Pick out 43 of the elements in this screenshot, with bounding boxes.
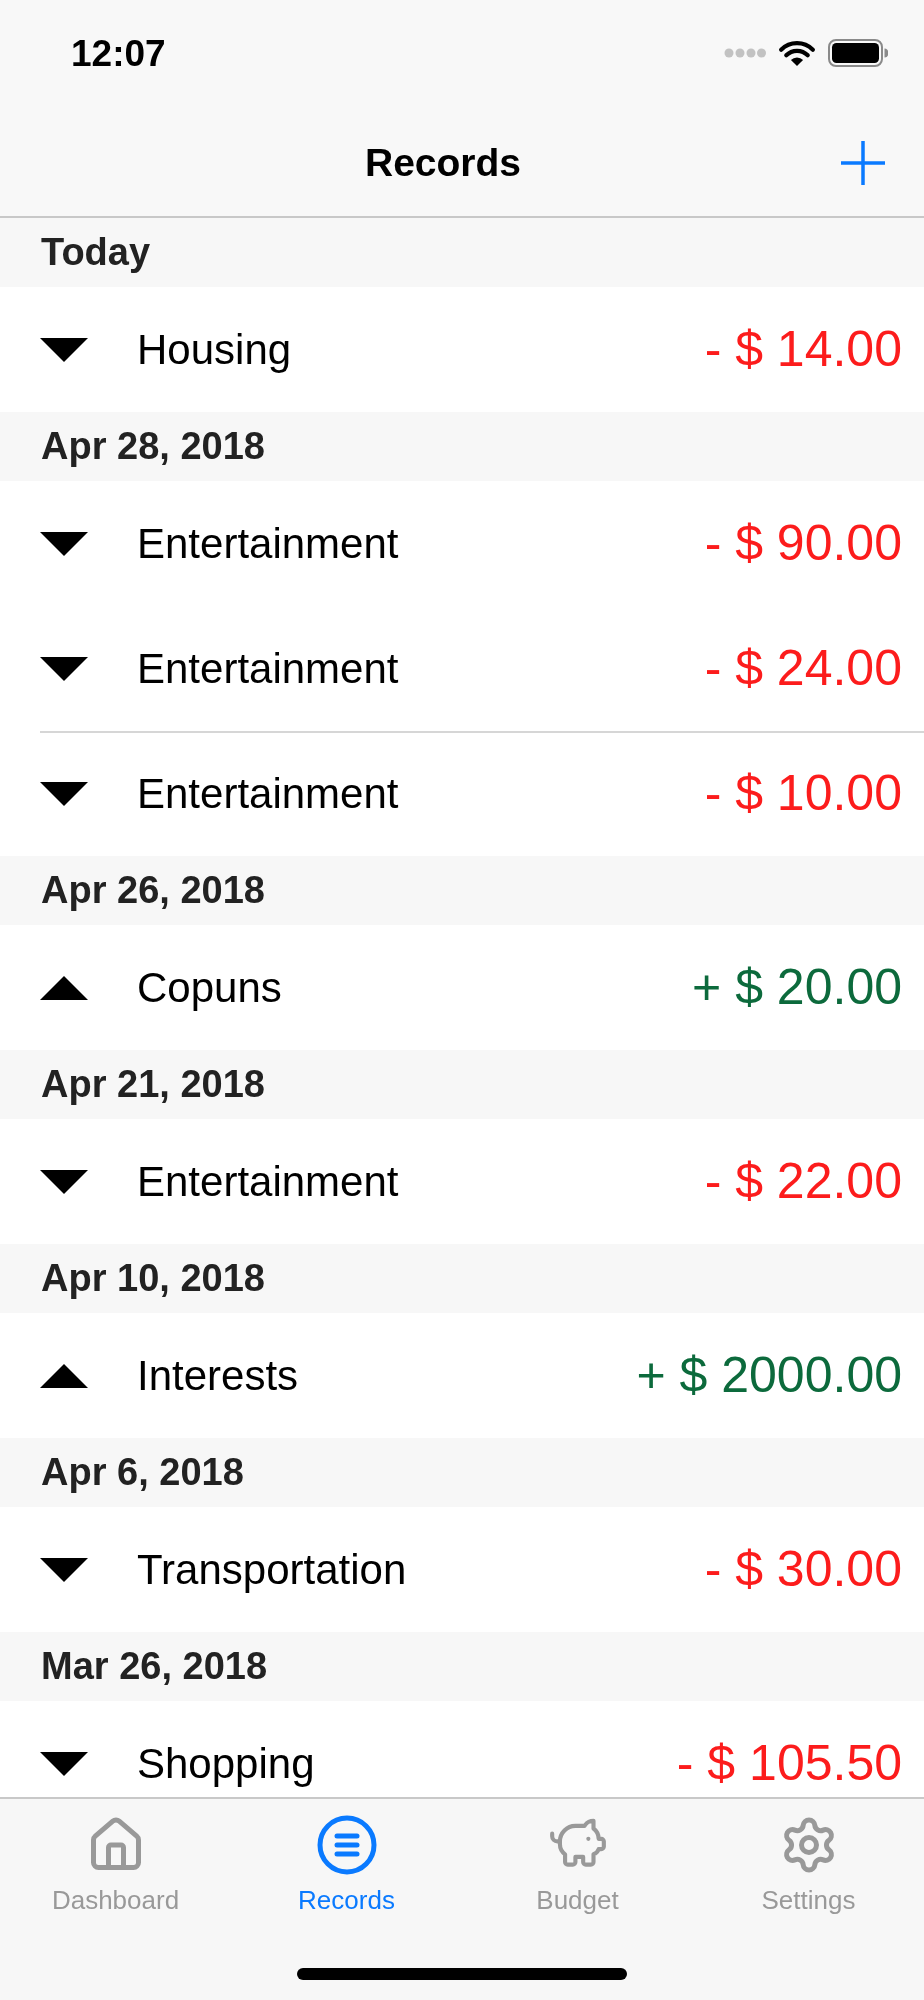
category-label: Copuns bbox=[137, 963, 282, 1013]
wifi-icon bbox=[778, 39, 816, 67]
triangle-down-icon bbox=[40, 1557, 88, 1582]
amount-label: - $ 90.00 bbox=[704, 514, 902, 573]
battery-icon bbox=[828, 39, 888, 67]
category-label: Shopping bbox=[137, 1739, 315, 1789]
category-label: Entertainment bbox=[137, 769, 399, 819]
triangle-down-icon bbox=[40, 531, 88, 556]
section-header: Apr 6, 2018 bbox=[0, 1438, 924, 1507]
triangle-down-icon bbox=[40, 1751, 88, 1776]
amount-label: - $ 14.00 bbox=[704, 320, 902, 379]
triangle-down-icon bbox=[40, 1169, 88, 1194]
triangle-up-icon bbox=[40, 975, 88, 1000]
amount-label: - $ 10.00 bbox=[704, 764, 902, 823]
amount-label: + $ 2000.00 bbox=[636, 1346, 902, 1405]
section-header: Today bbox=[0, 218, 924, 287]
category-label: Entertainment bbox=[137, 1157, 399, 1207]
triangle-down-icon bbox=[40, 781, 88, 806]
section-header: Apr 26, 2018 bbox=[0, 856, 924, 925]
amount-label: - $ 30.00 bbox=[704, 1540, 902, 1599]
signal-icon bbox=[724, 48, 766, 58]
section-header: Apr 28, 2018 bbox=[0, 412, 924, 481]
status-time: 12:07 bbox=[71, 34, 166, 72]
section-header: Apr 10, 2018 bbox=[0, 1244, 924, 1313]
amount-label: - $ 22.00 bbox=[704, 1152, 902, 1211]
category-label: Interests bbox=[137, 1351, 299, 1401]
navigation-title: Records bbox=[364, 139, 522, 186]
amount-label: - $ 105.50 bbox=[676, 1734, 902, 1793]
triangle-up-icon bbox=[40, 1363, 88, 1388]
plus-icon bbox=[841, 141, 885, 185]
category-label: Housing bbox=[137, 325, 292, 375]
amount-label: - $ 24.00 bbox=[704, 639, 902, 698]
section-header: Apr 21, 2018 bbox=[0, 1050, 924, 1119]
tab-button[interactable]: Records bbox=[231, 1813, 462, 1915]
category-label: Transportation bbox=[137, 1545, 407, 1595]
category-label: Entertainment bbox=[137, 644, 399, 694]
triangle-down-icon bbox=[40, 656, 88, 681]
category-label: Entertainment bbox=[137, 519, 399, 569]
section-header: Mar 26, 2018 bbox=[0, 1632, 924, 1701]
add-button[interactable] bbox=[840, 140, 886, 186]
list-circle-icon bbox=[316, 1815, 377, 1875]
triangle-down-icon bbox=[40, 337, 88, 362]
amount-label: + $ 20.00 bbox=[692, 958, 902, 1017]
